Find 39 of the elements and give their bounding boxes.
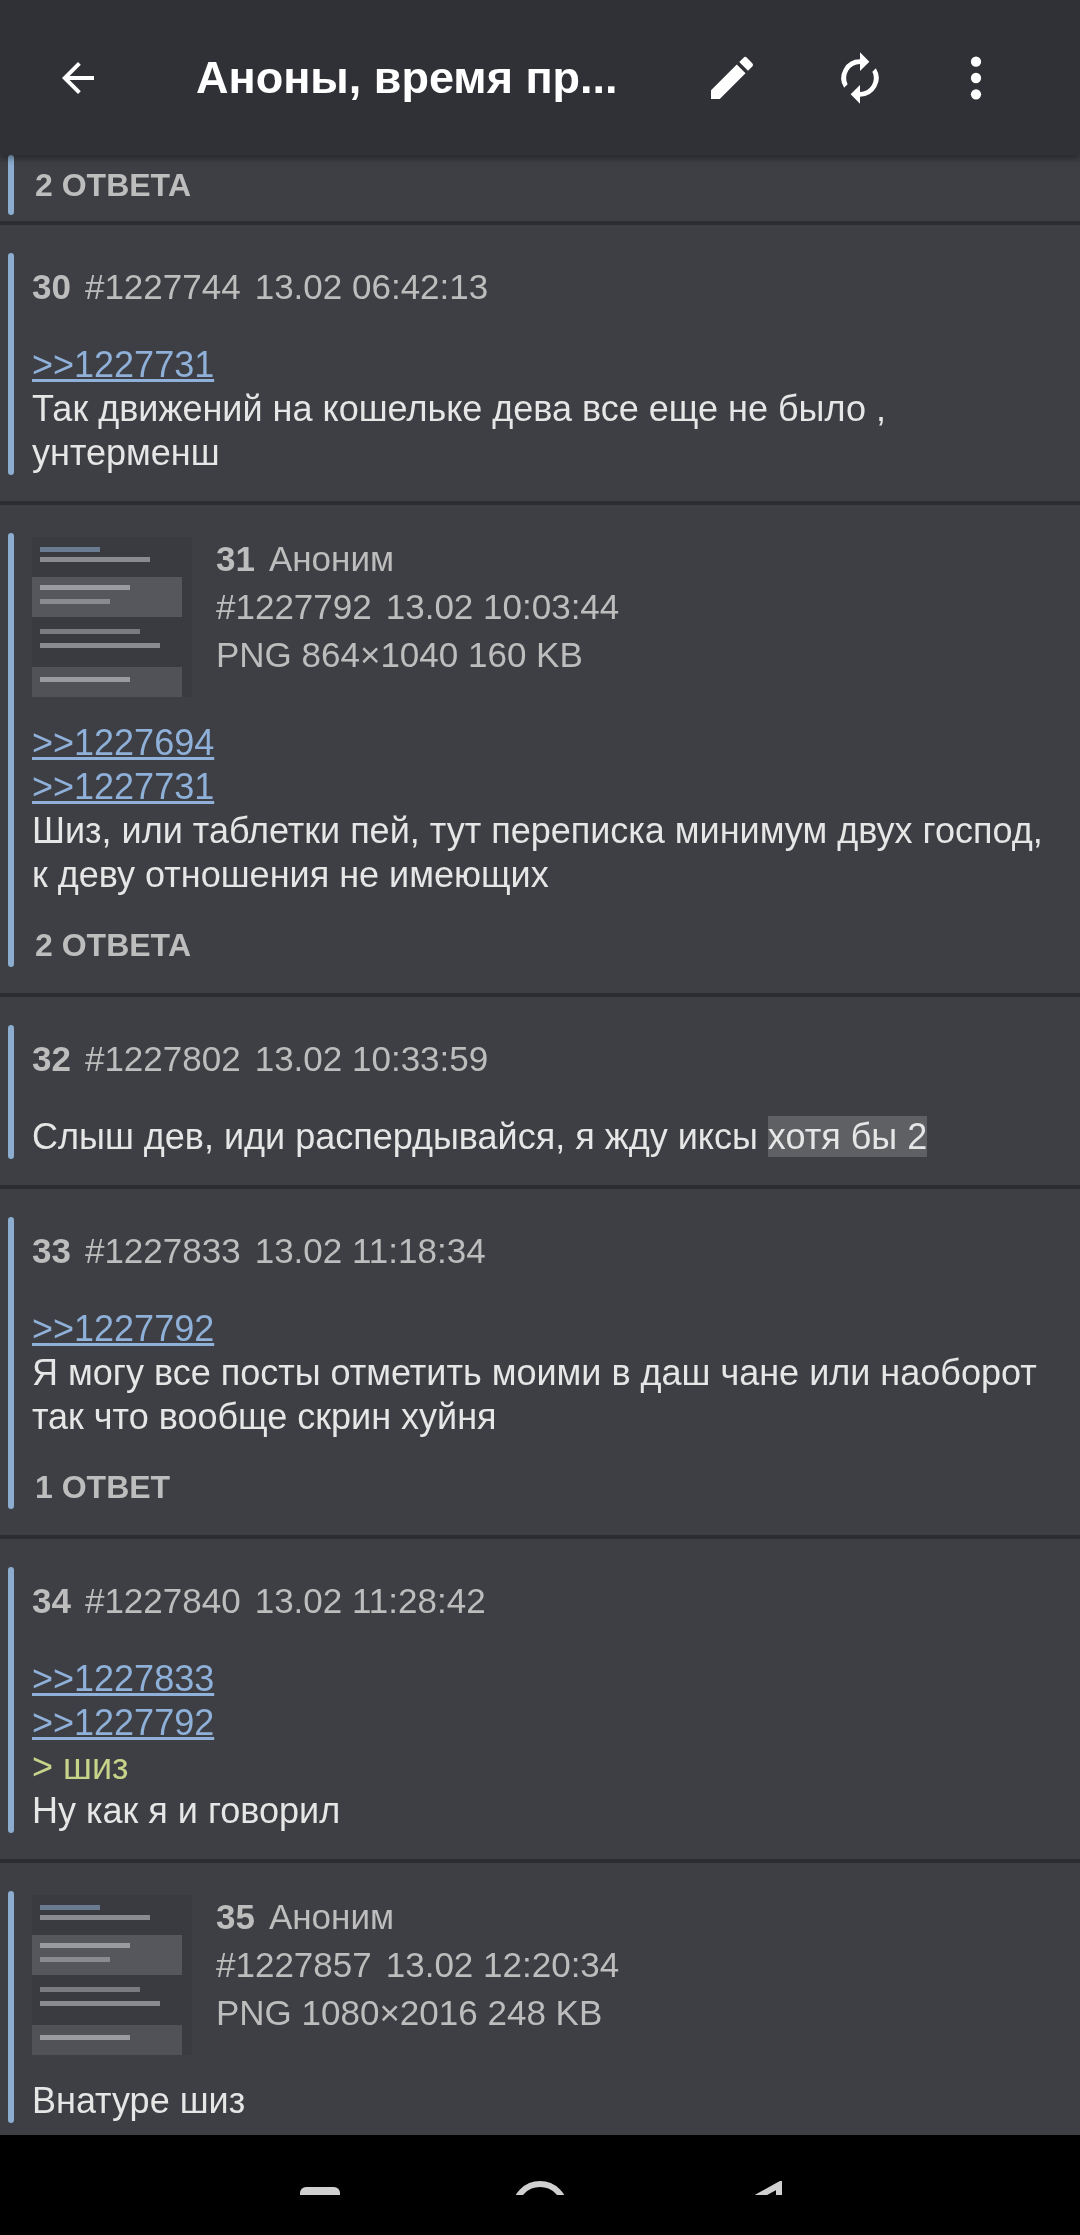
post-date: 13.02 10:33:59 bbox=[254, 1038, 489, 1080]
post-id: #1227744 bbox=[84, 266, 241, 308]
quote-text: > шиз bbox=[32, 1745, 130, 1789]
post-text: Я могу все посты отметить моими в даш чане или наоборот так что вообще скрин хуйня bbox=[32, 1351, 1038, 1439]
reply-link[interactable]: >>1227833 bbox=[32, 1658, 215, 1699]
post-number: 30 bbox=[32, 266, 71, 308]
post-date: 13.02 12:20:34 bbox=[385, 1944, 620, 1986]
post-id: #1227857 bbox=[216, 1944, 372, 1986]
post-number: 35 bbox=[216, 1896, 255, 1938]
post-text: Шиз, или таблетки пей, тут переписка минимум двух господ, к деву отношения не имеющих bbox=[32, 809, 1044, 897]
post-date: 13.02 10:03:44 bbox=[385, 586, 620, 628]
file-info: PNG 1080×2016 248 KB bbox=[216, 1992, 603, 2034]
post-id: #1227792 bbox=[216, 586, 372, 628]
post-date: 13.02 06:42:13 bbox=[254, 266, 489, 308]
post-id: #1227833 bbox=[84, 1230, 241, 1272]
post-id: #1227840 bbox=[84, 1580, 241, 1622]
file-info: PNG 864×1040 160 KB bbox=[216, 634, 583, 676]
post-text: Слыш дев, иди распердывайся, я жду иксы хотя бы 2 bbox=[32, 1115, 929, 1159]
post-number: 34 bbox=[32, 1580, 71, 1622]
post-text: Так движений на кошельке дева все еще не было , унтерменш bbox=[32, 387, 887, 475]
reply-link[interactable]: >>1227792 bbox=[32, 1702, 215, 1743]
post-number: 33 bbox=[32, 1230, 71, 1272]
post-text: Ну как я и говорил bbox=[32, 1789, 342, 1833]
post-date: 13.02 11:18:34 bbox=[254, 1230, 486, 1272]
post-author: Аноним bbox=[268, 538, 395, 580]
post-date: 13.02 11:28:42 bbox=[254, 1580, 486, 1622]
reply-link[interactable]: >>1227731 bbox=[32, 766, 215, 807]
reply-link[interactable]: >>1227694 bbox=[32, 722, 215, 763]
replies-link[interactable]: 2 ОТВЕТА bbox=[35, 167, 192, 203]
post-author: Аноним bbox=[268, 1896, 395, 1938]
post-text: Внатуре шиз bbox=[32, 2079, 247, 2123]
replies-link[interactable]: 1 ОТВЕТ bbox=[35, 1469, 171, 1505]
replies-link[interactable]: 2 ОТВЕТА bbox=[35, 927, 192, 963]
post-number: 31 bbox=[216, 538, 255, 580]
thread-title: Аноны, время пр... bbox=[196, 51, 619, 104]
reply-link[interactable]: >>1227731 bbox=[32, 344, 215, 385]
reply-link[interactable]: >>1227792 bbox=[32, 1308, 215, 1349]
post-id: #1227802 bbox=[84, 1038, 241, 1080]
post-number: 32 bbox=[32, 1038, 71, 1080]
